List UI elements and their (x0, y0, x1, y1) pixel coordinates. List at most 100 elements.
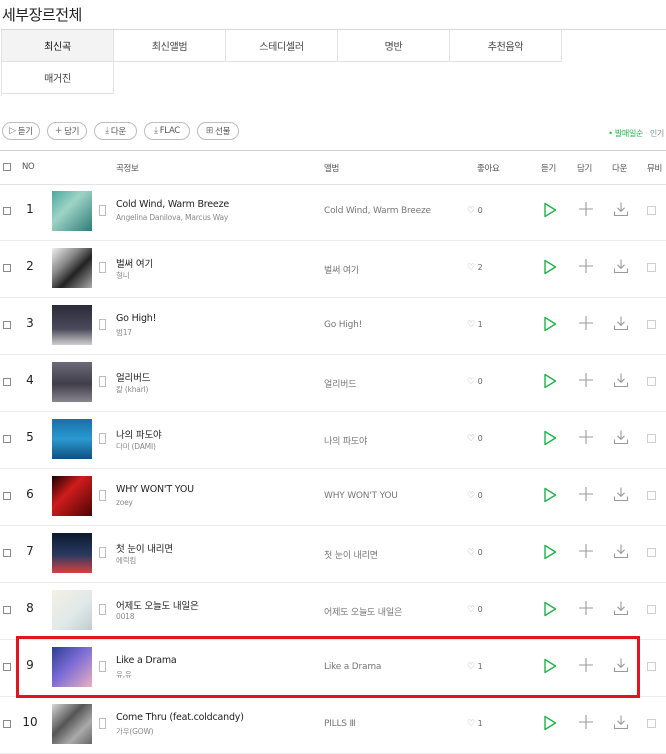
like-button[interactable]: ♡ 1 (467, 719, 483, 729)
download-button[interactable] (613, 372, 629, 388)
tab-magazine[interactable]: 매거진 (2, 62, 114, 94)
music-video-button[interactable] (647, 662, 660, 672)
album-art[interactable] (52, 704, 92, 744)
album-name[interactable]: 얼리버드 (324, 377, 357, 390)
tab-latest-albums[interactable]: 최신앨범 (114, 30, 226, 62)
music-video-button[interactable] (647, 377, 660, 387)
music-video-button[interactable] (647, 605, 660, 615)
row-checkbox[interactable] (3, 492, 11, 500)
song-info-icon[interactable] (99, 433, 106, 444)
download-button[interactable] (613, 543, 629, 559)
play-button[interactable] (543, 715, 557, 731)
song-title[interactable]: 첫 눈이 내리면 (116, 541, 173, 555)
song-title[interactable]: WHY WON'T YOU (116, 484, 194, 495)
album-art[interactable] (52, 419, 92, 459)
album-name[interactable]: 어제도 오늘도 내일은 (324, 605, 402, 618)
gift-button[interactable]: ⊞ 선물 (197, 122, 239, 140)
row-checkbox[interactable] (3, 663, 11, 671)
like-button[interactable]: ♡ 1 (467, 320, 483, 330)
add-to-playlist-button[interactable] (578, 201, 594, 217)
sort-by-release[interactable]: • 발매일순 (608, 129, 643, 138)
download-button[interactable] (613, 600, 629, 616)
music-video-button[interactable] (647, 320, 660, 330)
tab-latest-songs[interactable]: 최신곡 (2, 30, 114, 62)
music-video-button[interactable] (647, 434, 660, 444)
artist-name[interactable]: zoey (116, 498, 133, 507)
download-button[interactable] (613, 258, 629, 274)
add-to-playlist-button[interactable] (578, 372, 594, 388)
album-art[interactable] (52, 305, 92, 345)
tab-steady-sellers[interactable]: 스테디셀러 (226, 30, 338, 62)
like-button[interactable]: ♡ 0 (467, 434, 483, 444)
song-title[interactable]: Go High! (116, 313, 156, 324)
music-video-button[interactable] (647, 263, 660, 273)
play-button[interactable] (543, 601, 557, 617)
artist-name[interactable]: 다미 (DAMI) (116, 441, 156, 452)
like-button[interactable]: ♡ 0 (467, 377, 483, 387)
like-button[interactable]: ♡ 0 (467, 548, 483, 558)
play-button[interactable] (543, 544, 557, 560)
artist-name[interactable]: 칼 (kharl) (116, 384, 148, 395)
download-button[interactable] (613, 486, 629, 502)
row-checkbox[interactable] (3, 606, 11, 614)
play-button[interactable] (543, 430, 557, 446)
play-button[interactable] (543, 202, 557, 218)
song-title[interactable]: Come Thru (feat.coldcandy) (116, 712, 244, 723)
row-checkbox[interactable] (3, 720, 11, 728)
album-name[interactable]: WHY WON'T YOU (324, 491, 398, 501)
add-to-playlist-button[interactable] (578, 315, 594, 331)
add-to-playlist-button[interactable] (578, 258, 594, 274)
row-checkbox[interactable] (3, 549, 11, 557)
album-name[interactable]: 벌써 여기 (324, 263, 359, 276)
download-button[interactable] (613, 201, 629, 217)
sort-by-popularity[interactable]: 인기 (650, 129, 664, 138)
add-to-playlist-button[interactable] (578, 543, 594, 559)
album-art[interactable] (52, 362, 92, 402)
download-selected-button[interactable]: ⤓ 다운 (94, 122, 137, 140)
artist-name[interactable]: 형니 (116, 270, 130, 281)
play-button[interactable] (543, 487, 557, 503)
artist-name[interactable]: 범17 (116, 327, 132, 338)
song-info-icon[interactable] (99, 319, 106, 330)
song-info-icon[interactable] (99, 376, 106, 387)
play-button[interactable] (543, 259, 557, 275)
music-video-button[interactable] (647, 206, 660, 216)
row-checkbox[interactable] (3, 207, 11, 215)
song-title[interactable]: 나의 파도야 (116, 427, 162, 441)
like-button[interactable]: ♡ 0 (467, 491, 483, 501)
album-art[interactable] (52, 590, 92, 630)
album-name[interactable]: Go High! (324, 320, 362, 330)
download-button[interactable] (613, 714, 629, 730)
add-to-playlist-button[interactable] (578, 600, 594, 616)
album-art[interactable] (52, 533, 92, 573)
row-checkbox[interactable] (3, 264, 11, 272)
music-video-button[interactable] (647, 548, 660, 558)
play-button[interactable] (543, 373, 557, 389)
song-info-icon[interactable] (99, 490, 106, 501)
download-button[interactable] (613, 315, 629, 331)
music-video-button[interactable] (647, 719, 660, 729)
music-video-button[interactable] (647, 491, 660, 501)
tab-classic-albums[interactable]: 명반 (338, 30, 450, 62)
listen-selected-button[interactable]: ▷ 듣기 (2, 122, 40, 140)
song-info-icon[interactable] (99, 547, 106, 558)
artist-name[interactable]: 가우(GOW) (116, 726, 154, 737)
artist-name[interactable]: Angelina Danilova, Marcus Way (116, 213, 228, 222)
row-checkbox[interactable] (3, 321, 11, 329)
like-button[interactable]: ♡ 0 (467, 206, 483, 216)
add-to-playlist-button[interactable] (578, 486, 594, 502)
download-button[interactable] (613, 429, 629, 445)
album-name[interactable]: PILLS Ⅲ (324, 719, 356, 729)
artist-name[interactable]: 0018 (116, 612, 135, 621)
artist-name[interactable]: 에릭킴 (116, 555, 136, 566)
album-art[interactable] (52, 476, 92, 516)
flac-download-button[interactable]: ⤓ FLAC (144, 122, 190, 140)
song-title[interactable]: 벌써 여기 (116, 256, 153, 270)
song-info-icon[interactable] (99, 205, 106, 216)
select-all-checkbox[interactable] (3, 163, 11, 171)
song-info-icon[interactable] (99, 262, 106, 273)
album-art[interactable] (52, 248, 92, 288)
song-title[interactable]: 얼리버드 (116, 370, 150, 384)
song-info-icon[interactable] (99, 604, 106, 615)
play-button[interactable] (543, 316, 557, 332)
